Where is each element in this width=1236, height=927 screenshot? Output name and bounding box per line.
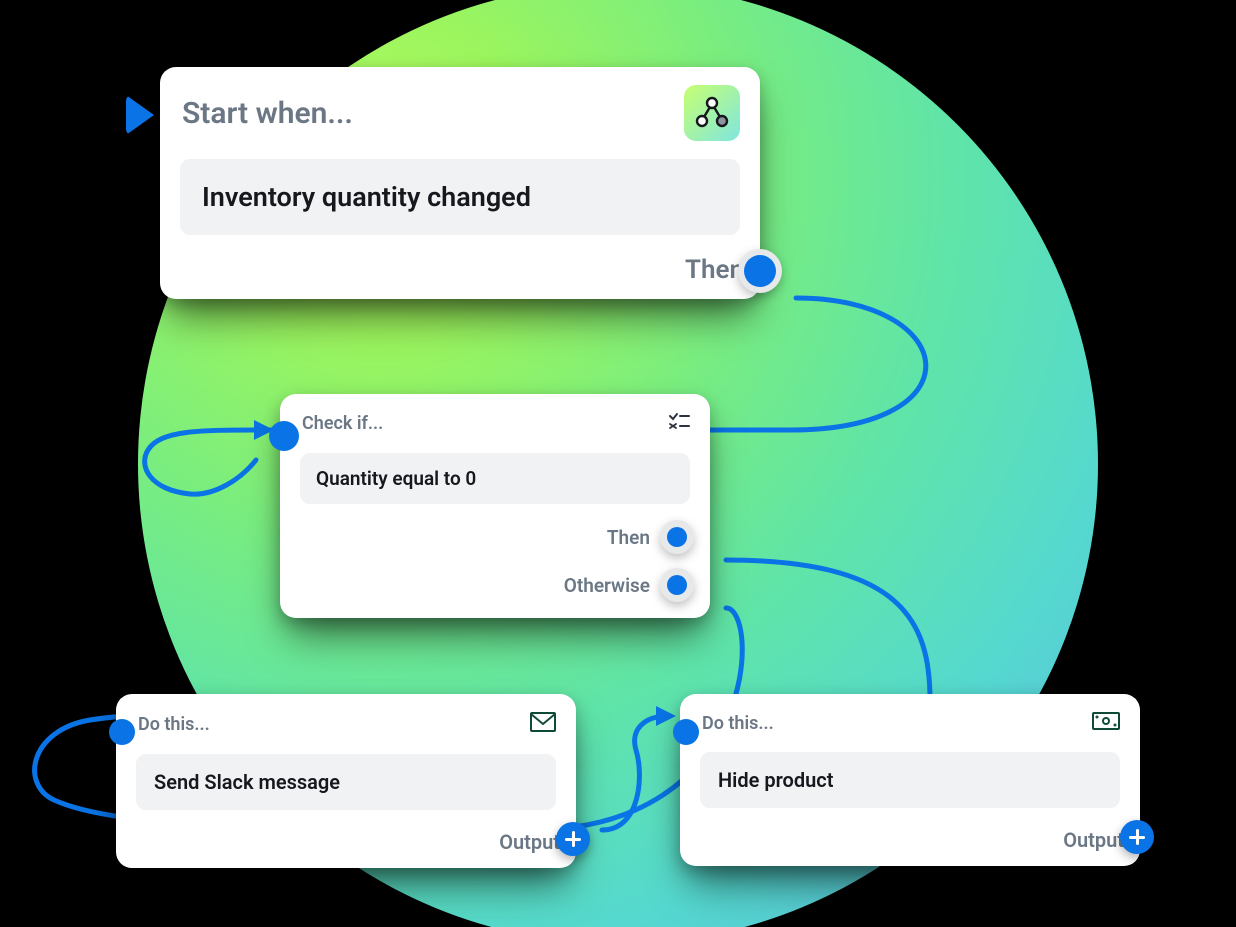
- action-slack-add-output[interactable]: [556, 822, 590, 856]
- condition-card[interactable]: Check if... Quantity equal to 0 Then Oth…: [280, 394, 710, 618]
- action-hide-add-output[interactable]: [1120, 820, 1154, 854]
- action-hide-input-port[interactable]: [664, 710, 708, 754]
- action-hide-pill[interactable]: Hide product: [700, 752, 1120, 808]
- trigger-then-label: Then: [685, 255, 744, 285]
- condition-otherwise-label: Otherwise: [564, 574, 650, 597]
- condition-then-port[interactable]: [660, 520, 694, 554]
- condition-otherwise-port[interactable]: [660, 568, 694, 602]
- action-slack-output-label: Output: [499, 830, 560, 854]
- action-hide-heading: Do this...: [702, 713, 774, 734]
- play-icon: [126, 95, 154, 135]
- condition-heading: Check if...: [302, 413, 383, 434]
- condition-expression-pill[interactable]: Quantity equal to 0: [300, 453, 690, 504]
- condition-then-label: Then: [607, 526, 650, 549]
- condition-input-port[interactable]: [262, 414, 306, 458]
- checklist-icon: [668, 412, 690, 435]
- action-card-slack[interactable]: Do this... Send Slack message Output: [116, 694, 576, 868]
- trigger-heading: Start when...: [182, 96, 353, 131]
- action-slack-input-port[interactable]: [100, 710, 144, 754]
- action-hide-output-label: Output: [1063, 828, 1124, 852]
- action-slack-pill[interactable]: Send Slack message: [136, 754, 556, 810]
- flow-app-icon: [684, 85, 740, 141]
- trigger-card[interactable]: Start when... Inventory quantity changed…: [160, 67, 760, 299]
- trigger-output-port[interactable]: [738, 249, 782, 293]
- cash-icon: [1092, 712, 1120, 734]
- action-slack-heading: Do this...: [138, 714, 210, 735]
- envelope-icon: [530, 712, 556, 736]
- trigger-event-pill[interactable]: Inventory quantity changed: [180, 159, 740, 235]
- action-card-hide[interactable]: Do this... Hide product Output: [680, 694, 1140, 866]
